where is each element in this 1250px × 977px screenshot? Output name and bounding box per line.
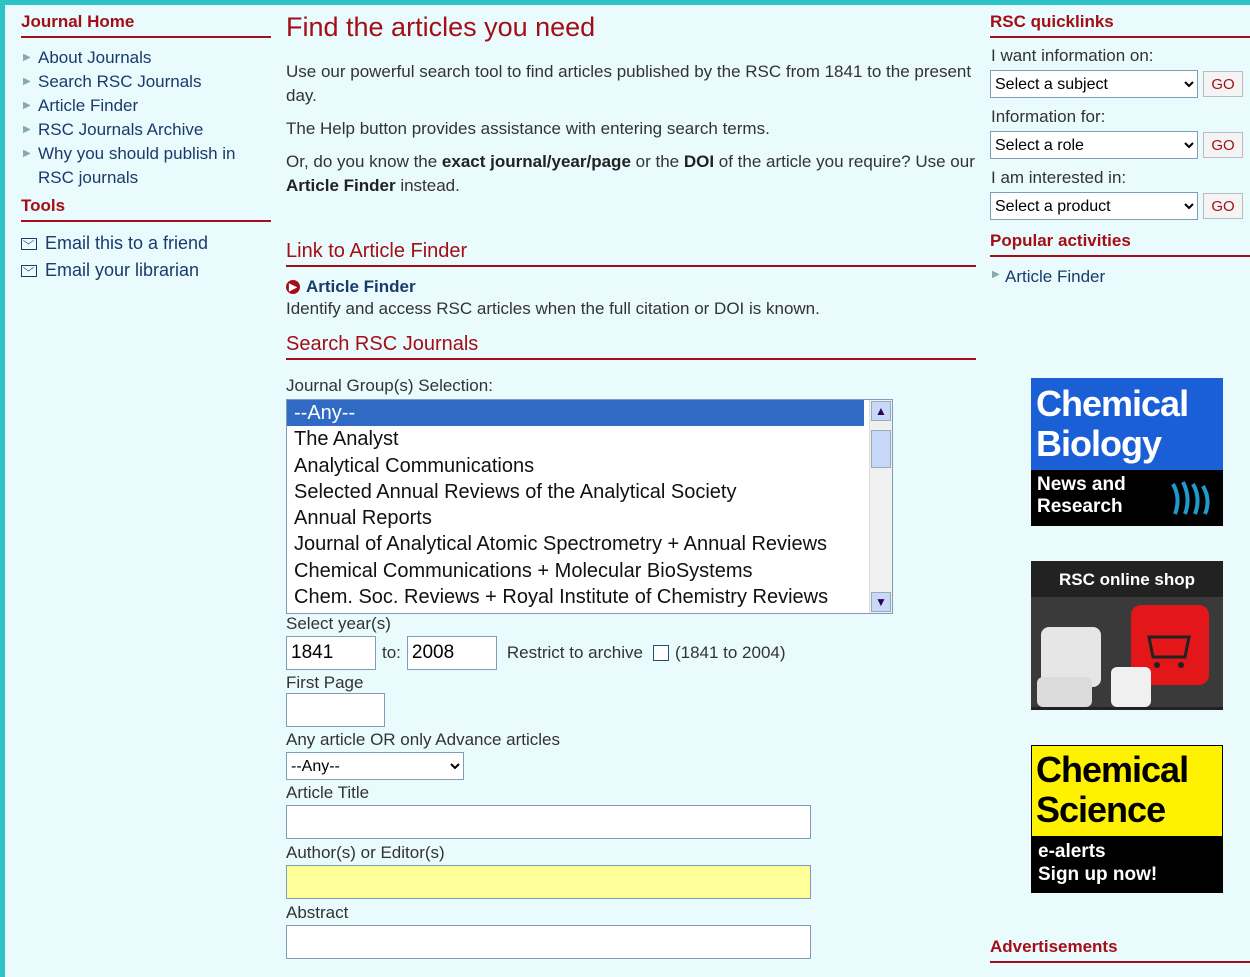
ad-chemical-biology-footer: News and Research <box>1031 470 1223 526</box>
advertisements-heading: Advertisements <box>990 937 1250 963</box>
author-input[interactable] <box>286 865 811 899</box>
article-finder-link[interactable]: ▶ Article Finder <box>286 277 976 297</box>
arrow-icon: ▶ <box>23 52 31 63</box>
ad-online-shop-title: RSC online shop <box>1059 570 1195 589</box>
abstract-input[interactable] <box>286 925 811 959</box>
email-friend-link[interactable]: Email this to a friend <box>21 230 271 257</box>
ad-chemical-science[interactable]: Chemical Science e-alerts Sign up now! <box>1031 745 1223 893</box>
article-title-label: Article Title <box>286 783 370 802</box>
year-to-input[interactable] <box>406 636 497 670</box>
list-option[interactable]: Analytical Communications <box>287 453 864 479</box>
popular-article-finder-link[interactable]: ▶ Article Finder <box>990 267 1250 287</box>
listbox-scrollbar[interactable]: ▲ ▼ <box>869 400 892 613</box>
journal-home-heading[interactable]: Journal Home <box>21 12 271 38</box>
list-option[interactable]: Chemical Communications + Molecular BioS… <box>287 558 864 584</box>
list-option[interactable]: Annual Reports <box>287 505 864 531</box>
role-select[interactable]: Select a role <box>990 131 1198 159</box>
arrow-icon: ▶ <box>23 148 31 159</box>
envelope-icon <box>21 264 37 277</box>
intro-text: Use our powerful search tool to find art… <box>286 60 976 198</box>
tools-heading: Tools <box>21 196 271 222</box>
intro-paragraph-1: Use our powerful search tool to find art… <box>286 62 972 105</box>
first-page-label: First Page <box>286 673 364 692</box>
keyboard-cart-icon <box>1031 597 1223 707</box>
product-select[interactable]: Select a product <box>990 192 1198 220</box>
go-role-button[interactable]: GO <box>1203 132 1243 158</box>
restrict-archive-range: (1841 to 2004) <box>674 643 786 662</box>
year-range-row: to: Restrict to archive (1841 to 2004) <box>286 636 976 670</box>
popular-activities-heading: Popular activities <box>990 231 1250 257</box>
search-rsc-journals-heading: Search RSC Journals <box>286 333 976 360</box>
nav-item-about-journals[interactable]: ▶ About Journals <box>21 46 271 70</box>
ad-chemical-biology-title: Chemical Biology <box>1036 383 1189 464</box>
page-title: Find the articles you need <box>286 12 596 42</box>
go-product-button[interactable]: GO <box>1203 193 1243 219</box>
list-option[interactable]: Selected Annual Reviews of the Analytica… <box>287 479 864 505</box>
email-librarian-link[interactable]: Email your librarian <box>21 257 271 284</box>
restrict-archive-label: Restrict to archive <box>506 643 643 662</box>
list-option[interactable]: Journal of Analytical Atomic Spectrometr… <box>287 531 864 557</box>
scroll-thumb[interactable] <box>871 430 891 468</box>
nav-item-journals-archive[interactable]: ▶ RSC Journals Archive <box>21 118 271 142</box>
subject-row: Select a subject GO <box>990 70 1250 98</box>
scroll-down-icon[interactable]: ▼ <box>871 592 891 612</box>
list-option[interactable]: Chem. Soc. Reviews + Royal Institute of … <box>287 584 864 610</box>
arrow-icon: ▶ <box>23 76 31 87</box>
author-label: Author(s) or Editor(s) <box>286 843 445 862</box>
advance-articles-label: Any article OR only Advance articles <box>286 730 561 749</box>
info-for-label: Information for: <box>991 107 1106 126</box>
arrow-icon: ▶ <box>23 124 31 135</box>
article-finder-description: Identify and access RSC articles when th… <box>286 299 820 318</box>
journal-nav: ▶ About Journals ▶ Search RSC Journals ▶ Ar… <box>21 46 271 190</box>
ad-chemical-science-footer: e-alerts Sign up now! <box>1032 836 1222 892</box>
restrict-archive-checkbox[interactable] <box>652 645 669 661</box>
select-years-label: Select year(s) <box>286 614 391 633</box>
quicklinks-heading: RSC quicklinks <box>990 12 1250 38</box>
right-sidebar: RSC quicklinks I want information on: Se… <box>990 12 1250 963</box>
abstract-label: Abstract <box>286 903 349 922</box>
scroll-up-icon[interactable]: ▲ <box>871 401 891 421</box>
ad-chemical-biology[interactable]: Chemical Biology News and Research <box>1031 378 1223 526</box>
ad-online-shop[interactable]: RSC online shop <box>1031 561 1223 710</box>
info-on-label: I want information on: <box>991 46 1154 65</box>
go-subject-button[interactable]: GO <box>1203 71 1243 97</box>
arrow-icon: ▶ <box>992 269 1000 280</box>
intro-paragraph-3: Or, do you know the exact journal/year/p… <box>286 152 975 195</box>
list-option[interactable]: --Any-- <box>287 400 864 427</box>
intro-paragraph-2: The Help button provides assistance with… <box>286 119 770 138</box>
arrow-icon: ▶ <box>23 100 31 111</box>
ad-chemical-science-title: Chemical Science <box>1036 749 1189 830</box>
circle-arrow-icon: ▶ <box>286 280 300 294</box>
to-label: to: <box>382 643 401 662</box>
link-to-article-finder-heading: Link to Article Finder <box>286 240 976 267</box>
interested-in-label: I am interested in: <box>991 168 1127 187</box>
article-title-input[interactable] <box>286 805 811 839</box>
envelope-icon <box>21 237 37 250</box>
subject-select[interactable]: Select a subject <box>990 70 1198 98</box>
journal-group-listbox[interactable]: --Any-- The Analyst Analytical Communica… <box>286 399 893 614</box>
dna-icon <box>1171 481 1210 515</box>
journal-group-label: Journal Group(s) Selection: <box>286 376 493 395</box>
year-from-input[interactable] <box>286 636 376 670</box>
nav-item-search-rsc-journals[interactable]: ▶ Search RSC Journals <box>21 70 271 94</box>
nav-item-article-finder[interactable]: ▶ Article Finder <box>21 94 271 118</box>
first-page-input[interactable] <box>286 693 385 727</box>
role-row: Select a role GO <box>990 131 1250 159</box>
list-option[interactable]: The Analyst <box>287 426 864 452</box>
advance-articles-select[interactable]: --Any-- <box>286 752 464 780</box>
product-row: Select a product GO <box>990 192 1250 220</box>
nav-item-why-publish[interactable]: ▶ Why you should publish in RSC journals <box>21 142 271 190</box>
main-content: Find the articles you need Use our power… <box>286 12 976 959</box>
left-sidebar: Journal Home ▶ About Journals ▶ Search RSC… <box>21 12 271 284</box>
